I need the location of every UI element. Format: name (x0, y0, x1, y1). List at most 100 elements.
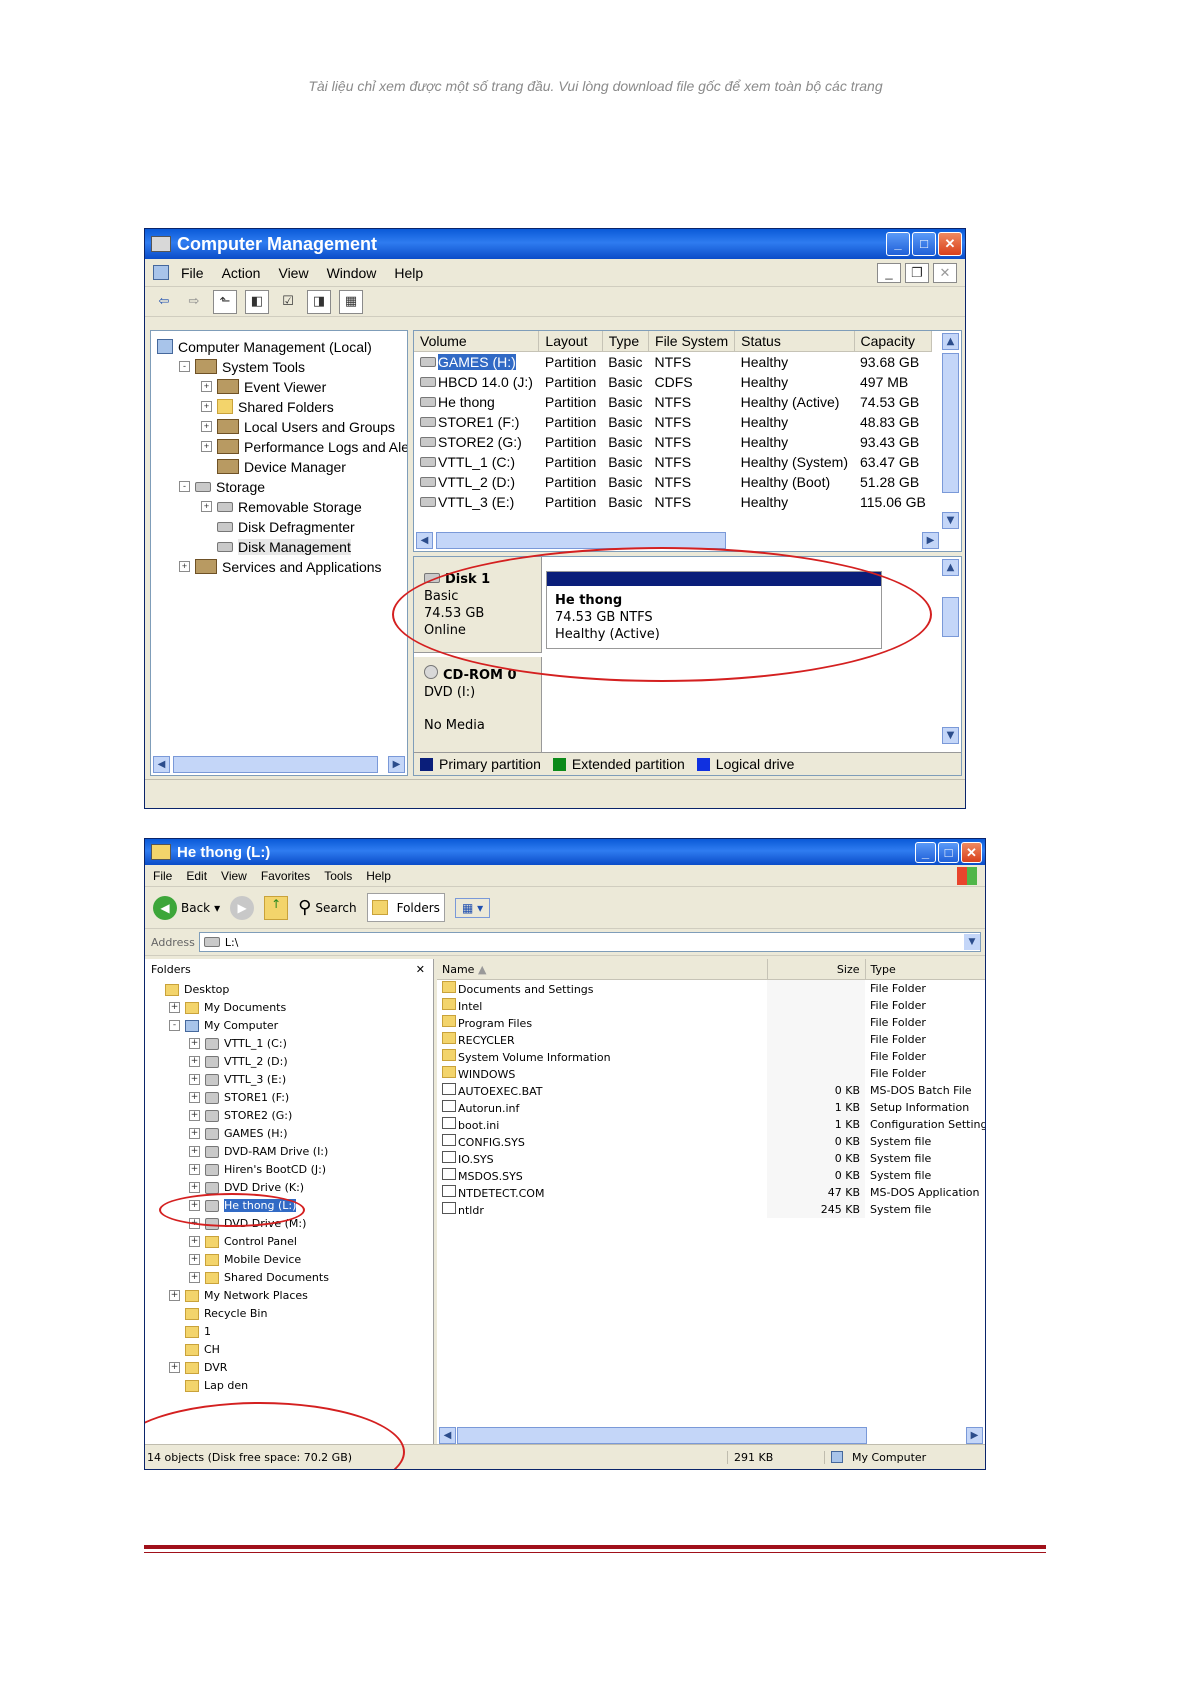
menu-view[interactable]: View (221, 869, 247, 883)
close-button[interactable]: ✕ (938, 232, 962, 256)
expand-icon[interactable]: + (179, 561, 190, 572)
tree-item[interactable]: + STORE1 (F:) (189, 1089, 289, 1106)
file-row[interactable]: MSDOS.SYS 0 KB System file (437, 1167, 985, 1184)
address-field[interactable]: L:\ ▼ (198, 932, 981, 952)
show-hide-tree-icon[interactable]: ◧ (245, 289, 269, 314)
tree-item[interactable]: - My Computer (169, 1017, 278, 1034)
file-row[interactable]: boot.ini 1 KB Configuration Settings (437, 1116, 985, 1133)
tree-item[interactable]: + My Network Places (169, 1287, 308, 1304)
tree-item[interactable]: Disk Management (201, 537, 351, 556)
file-row[interactable]: Documents and Settings File Folder (437, 979, 985, 997)
tree-item[interactable]: Lap den (169, 1377, 248, 1394)
scroll-thumb[interactable] (457, 1427, 867, 1444)
maximize-button[interactable]: □ (938, 841, 959, 863)
table-row[interactable]: HBCD 14.0 (J:) Partition Basic CDFS Healthy 4… (414, 372, 932, 392)
expand-icon[interactable]: + (189, 1092, 200, 1103)
column-header[interactable]: Status (734, 331, 855, 352)
expand-icon[interactable]: + (189, 1074, 200, 1085)
collapse-icon[interactable]: - (179, 361, 190, 372)
column-size[interactable]: Size (767, 959, 866, 980)
tree-item[interactable]: + VTTL_3 (E:) (189, 1071, 286, 1088)
expand-icon[interactable]: + (189, 1272, 200, 1283)
table-row[interactable]: STORE1 (F:) Partition Basic NTFS Healthy 48.8… (414, 412, 932, 432)
table-row[interactable]: GAMES (H:) Partition Basic NTFS Healthy 93.68… (414, 352, 932, 373)
expand-icon[interactable]: + (169, 1002, 180, 1013)
menu-favorites[interactable]: Favorites (261, 869, 310, 883)
child-minimize-button[interactable]: _ (877, 262, 901, 283)
tree-item[interactable]: + Shared Documents (189, 1269, 329, 1286)
expand-icon[interactable]: + (169, 1290, 180, 1301)
tree-item[interactable]: - System Tools (179, 357, 305, 376)
file-row[interactable]: RECYCLER File Folder (437, 1031, 985, 1048)
scroll-left-button[interactable]: ◀ (416, 532, 433, 549)
collapse-icon[interactable]: - (179, 481, 190, 492)
forward-arrow-icon[interactable]: ▶ (230, 895, 255, 920)
expand-icon[interactable]: + (201, 381, 212, 392)
scroll-up-button[interactable]: ▲ (942, 559, 959, 576)
expand-icon[interactable]: + (201, 401, 212, 412)
forward-arrow-icon[interactable]: ⇨ (183, 291, 205, 313)
expand-icon[interactable]: + (189, 1110, 200, 1121)
tree-item[interactable]: CH (169, 1341, 220, 1358)
up-folder-icon[interactable]: ⬑ (213, 289, 237, 314)
tree-item[interactable]: Desktop (149, 981, 229, 998)
tree-item[interactable]: Recycle Bin (169, 1305, 267, 1322)
column-name[interactable]: Name ▲ (437, 959, 768, 980)
cm-titlebar[interactable]: Computer Management _ □ ✕ (145, 229, 965, 259)
menu-file[interactable]: File (181, 265, 204, 281)
back-button[interactable]: ◀ Back ▾ (153, 895, 220, 920)
expand-icon[interactable]: + (189, 1182, 200, 1193)
search-button[interactable]: ⚲ Search (298, 897, 356, 918)
file-row[interactable]: IO.SYS 0 KB System file (437, 1150, 985, 1167)
expand-icon[interactable]: + (189, 1146, 200, 1157)
scroll-thumb[interactable] (173, 756, 378, 773)
file-row[interactable]: AUTOEXEC.BAT 0 KB MS-DOS Batch File (437, 1082, 985, 1099)
tree-item[interactable]: + Shared Folders (201, 397, 334, 416)
column-header[interactable]: Volume (414, 331, 540, 352)
scroll-thumb[interactable] (942, 597, 959, 637)
table-row[interactable]: VTTL_3 (E:) Partition Basic NTFS Healthy 115.… (414, 492, 932, 512)
tree-item[interactable]: Disk Defragmenter (201, 517, 355, 536)
tree-item[interactable]: + GAMES (H:) (189, 1125, 288, 1142)
ex-titlebar[interactable]: He thong (L:) _ □ ✕ (145, 839, 985, 865)
tree-item[interactable]: + Event Viewer (201, 377, 326, 396)
scroll-up-button[interactable]: ▲ (942, 333, 959, 350)
folders-button[interactable]: Folders (366, 893, 445, 922)
file-row[interactable]: Autorun.inf 1 KB Setup Information (437, 1099, 985, 1116)
tree-item[interactable]: + Services and Applications (179, 557, 382, 576)
file-row[interactable]: WINDOWS File Folder (437, 1065, 985, 1082)
tree-item[interactable]: + DVD-RAM Drive (I:) (189, 1143, 328, 1160)
tree-item[interactable]: Device Manager (201, 457, 346, 476)
close-button[interactable]: ✕ (961, 841, 982, 863)
scroll-right-button[interactable]: ▶ (966, 1427, 983, 1444)
tree-item[interactable]: + Hiren's BootCD (J:) (189, 1161, 326, 1178)
maximize-button[interactable]: □ (912, 232, 936, 256)
menu-file[interactable]: File (153, 869, 172, 883)
tree-item[interactable]: + Performance Logs and Alert: (201, 437, 407, 456)
child-restore-button[interactable]: ❐ (905, 262, 929, 283)
scroll-down-button[interactable]: ▼ (942, 727, 959, 744)
expand-icon[interactable]: + (201, 501, 212, 512)
up-folder-icon[interactable]: ↑ (264, 895, 289, 920)
expand-icon[interactable]: + (189, 1254, 200, 1265)
scroll-left-button[interactable]: ◀ (439, 1427, 456, 1444)
tree-item[interactable]: + Removable Storage (201, 497, 362, 516)
views-button[interactable]: ▦ ▾ (454, 897, 491, 918)
menu-edit[interactable]: Edit (186, 869, 207, 883)
expand-icon[interactable]: + (189, 1236, 200, 1247)
expand-icon[interactable]: + (189, 1128, 200, 1139)
column-type[interactable]: Type (865, 959, 985, 980)
table-row[interactable]: STORE2 (G:) Partition Basic NTFS Healthy 93.4… (414, 432, 932, 452)
menu-help[interactable]: Help (366, 869, 391, 883)
back-arrow-icon[interactable]: ⇦ (153, 291, 175, 313)
file-row[interactable]: ntldr 245 KB System file (437, 1201, 985, 1218)
tree-item[interactable]: + DVR (169, 1359, 227, 1376)
child-close-button[interactable]: ✕ (933, 262, 957, 283)
expand-icon[interactable]: + (189, 1038, 200, 1049)
tree-item[interactable]: + STORE2 (G:) (189, 1107, 292, 1124)
expand-icon[interactable]: + (169, 1362, 180, 1373)
tree-item[interactable]: + VTTL_2 (D:) (189, 1053, 288, 1070)
tree-item[interactable]: + Local Users and Groups (201, 417, 395, 436)
tree-item[interactable]: 1 (169, 1323, 211, 1340)
table-row[interactable]: VTTL_1 (C:) Partition Basic NTFS Healthy (Sy… (414, 452, 932, 472)
